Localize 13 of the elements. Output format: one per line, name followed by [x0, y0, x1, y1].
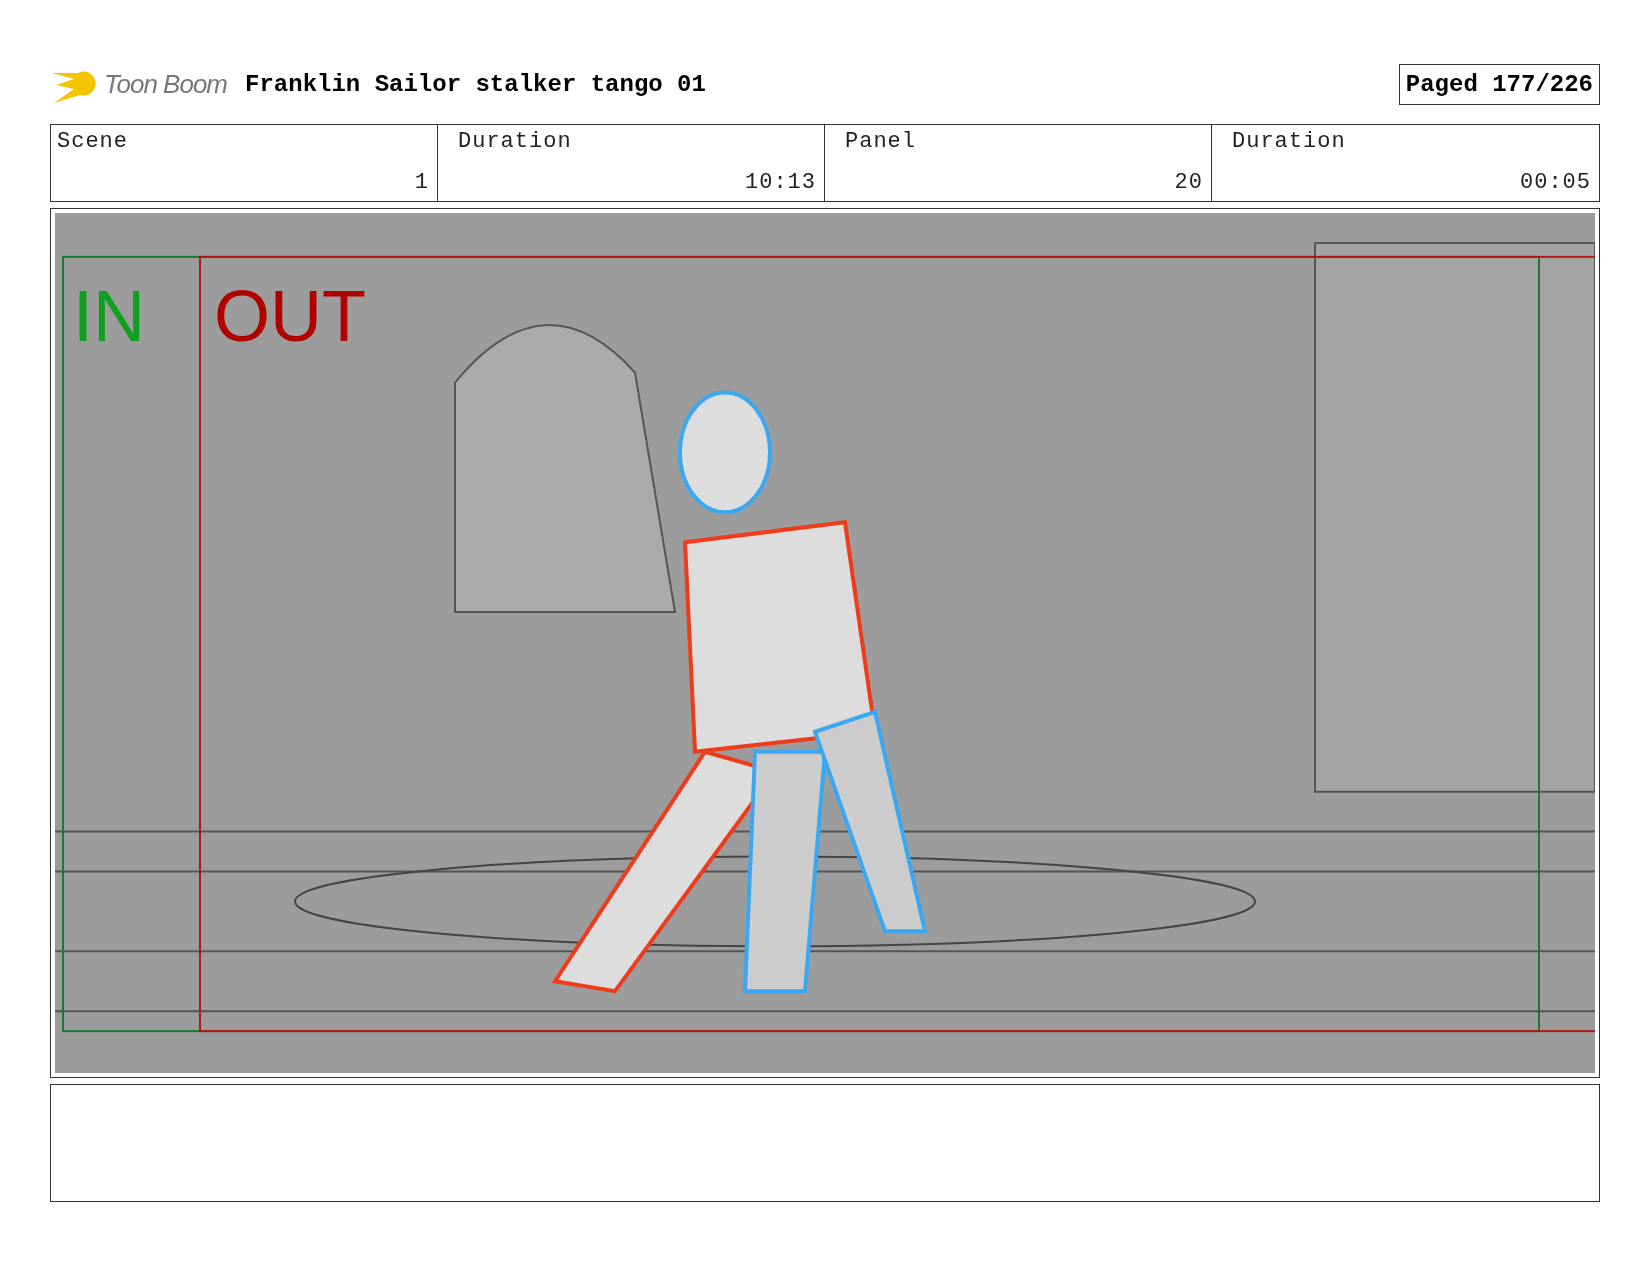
out-marker-label: OUT: [214, 275, 366, 357]
field-label: Panel: [845, 129, 917, 154]
field-label: Duration: [1232, 129, 1347, 154]
page-number: Paged 177/226: [1398, 63, 1600, 105]
field-label: Scene: [57, 129, 129, 154]
field-value: 00:05: [1520, 170, 1591, 195]
in-marker-label: IN: [73, 275, 145, 357]
field-value: 1: [414, 170, 429, 195]
field-value: 10:13: [745, 170, 816, 195]
logo-text: Toon Boom: [104, 68, 228, 100]
storyboard-title: Franklin Sailor stalker tango 01: [245, 70, 707, 98]
field-value: 20: [1174, 170, 1203, 195]
field-label: Duration: [458, 129, 573, 154]
